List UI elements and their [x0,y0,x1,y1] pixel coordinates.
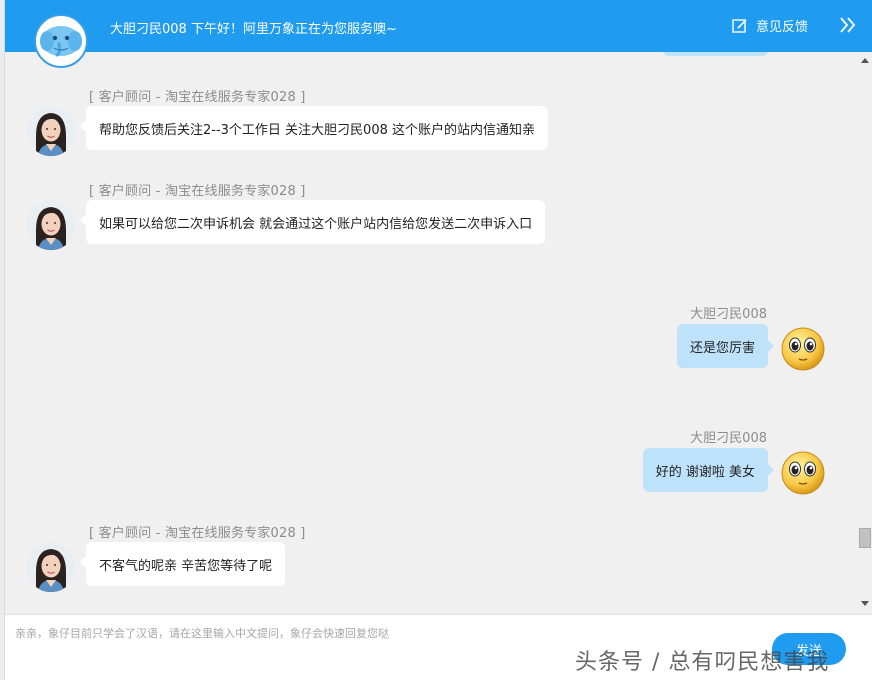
feedback-button[interactable]: 意见反馈 [732,16,808,35]
agent-message-bubble: 帮助您反馈后关注2--3个工作日 关注大胆刁民008 这个账户的站内信通知亲 [79,106,549,150]
user-emoji-avatar-icon [781,327,825,371]
agent-name-label: [ 客户顾问 - 淘宝在线服务专家028 ] [89,184,306,199]
user-message-bubble: 好的 谢谢啦 美女 [642,448,775,492]
feedback-label: 意见反馈 [756,20,809,35]
agent-name-label: [ 客户顾问 - 淘宝在线服务专家028 ] [89,90,306,105]
agent-avatar [26,200,76,250]
message-text: 如果可以给您二次申诉机会 就会通过这个账户站内信给您发送二次申诉入口 [99,216,533,232]
edit-icon [732,18,747,33]
agent-photo-icon [26,542,76,592]
message-text: 帮助您反馈后关注2--3个工作日 关注大胆刁民008 这个账户的站内信通知亲 [99,122,536,138]
agent-avatar [26,106,76,156]
agent-name-label: [ 客户顾问 - 淘宝在线服务专家028 ] [89,526,306,541]
header-greeting: 大胆刁民008 下午好！阿里万象正在为您服务噢~ [110,22,397,37]
previous-message-bubble [663,52,768,56]
collapse-button[interactable] [839,15,857,39]
watermark-text: 头条号 / 总有叼民想害我 [575,650,830,675]
scroll-down-arrow-icon[interactable] [861,601,869,606]
user-emoji-avatar-icon [781,451,825,495]
chat-messages-area[interactable]: [ 客户顾问 - 淘宝在线服务专家028 ] 帮助您反馈后关注2--3个工作日 … [5,52,858,614]
message-text: 还是您厉害 [689,340,755,356]
agent-photo-icon [26,200,76,250]
chat-scrollbar[interactable] [858,52,872,614]
user-message-bubble: 还是您厉害 [676,324,775,368]
scroll-thumb[interactable] [859,528,871,548]
agent-photo-icon [26,106,76,156]
chat-header: 大胆刁民008 下午好！阿里万象正在为您服务噢~ 意见反馈 [5,0,872,52]
message-input[interactable] [15,623,715,643]
user-name-label: 大胆刁民008 [690,431,767,446]
double-chevron-right-icon [840,17,856,33]
scroll-up-arrow-icon[interactable] [861,58,869,63]
agent-message-bubble: 不客气的呢亲 辛苦您等待了呢 [79,542,286,586]
message-text: 好的 谢谢啦 美女 [655,464,755,480]
message-text: 不客气的呢亲 辛苦您等待了呢 [99,558,273,574]
elephant-logo [34,14,88,68]
elephant-icon [40,26,82,57]
user-name-label: 大胆刁民008 [690,307,767,322]
agent-message-bubble: 如果可以给您二次申诉机会 就会通过这个账户站内信给您发送二次申诉入口 [79,200,546,244]
agent-avatar [26,542,76,592]
